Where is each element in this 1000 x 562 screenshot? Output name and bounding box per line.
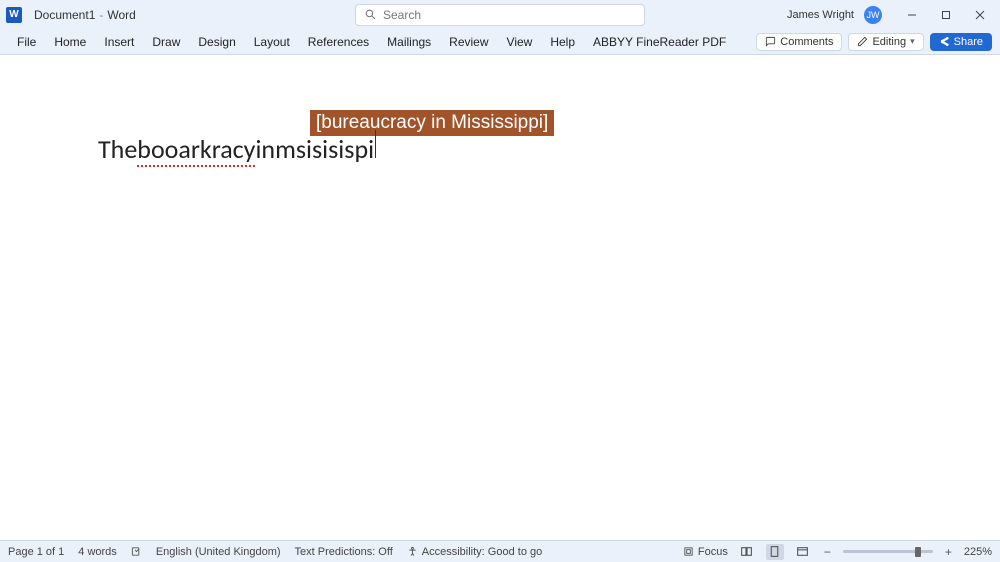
misspelled-word[interactable]: booarkracy: [137, 133, 255, 167]
print-layout-button[interactable]: [766, 544, 784, 560]
menu-insert[interactable]: Insert: [95, 31, 143, 53]
maximize-button[interactable]: [932, 4, 960, 26]
spellcheck-icon: [131, 546, 142, 557]
status-accessibility[interactable]: Accessibility: Good to go: [407, 546, 542, 558]
zoom-slider[interactable]: [843, 550, 933, 553]
web-layout-button[interactable]: [794, 544, 812, 560]
menu-mailings[interactable]: Mailings: [378, 31, 440, 53]
menu-design[interactable]: Design: [189, 31, 244, 53]
status-predictions[interactable]: Text Predictions: Off: [295, 546, 393, 558]
chevron-down-icon: ▾: [910, 36, 915, 47]
search-box[interactable]: Search: [355, 4, 645, 26]
close-button[interactable]: [966, 4, 994, 26]
document-title: Document1-Word: [34, 8, 136, 22]
menu-layout[interactable]: Layout: [245, 31, 299, 53]
menu-references[interactable]: References: [299, 31, 378, 53]
zoom-level[interactable]: 225%: [964, 546, 992, 558]
menu-home[interactable]: Home: [45, 31, 95, 53]
user-avatar[interactable]: JW: [864, 6, 882, 24]
web-icon: [796, 545, 809, 558]
search-placeholder: Search: [383, 8, 421, 22]
status-bar: Page 1 of 1 4 words English (United King…: [0, 540, 1000, 562]
status-spellcheck[interactable]: [131, 546, 142, 557]
comments-button[interactable]: Comments: [756, 33, 842, 51]
read-mode-button[interactable]: [738, 544, 756, 560]
search-icon: [364, 8, 377, 21]
misspelled-word[interactable]: msisisispi: [275, 133, 374, 165]
status-language[interactable]: English (United Kingdom): [156, 546, 281, 558]
title-bar: W Document1-Word Search James Wright JW: [0, 0, 1000, 29]
text-cursor: [375, 130, 376, 158]
text-span: in: [255, 133, 275, 165]
word-app-icon: W: [6, 7, 22, 23]
user-name[interactable]: James Wright: [787, 9, 854, 21]
menu-help[interactable]: Help: [541, 31, 584, 53]
share-icon: [939, 36, 950, 47]
menu-bar: File Home Insert Draw Design Layout Refe…: [0, 29, 1000, 55]
document-text-line[interactable]: The booarkracy in msisisispi: [98, 130, 376, 167]
focus-icon: [683, 546, 694, 557]
comment-icon: [765, 36, 776, 47]
status-page[interactable]: Page 1 of 1: [8, 546, 64, 558]
menu-draw[interactable]: Draw: [143, 31, 189, 53]
menu-abbyy[interactable]: ABBYY FineReader PDF: [584, 31, 735, 53]
zoom-slider-thumb[interactable]: [915, 547, 921, 557]
text-span: The: [98, 133, 137, 165]
minimize-button[interactable]: [898, 4, 926, 26]
menu-view[interactable]: View: [498, 31, 542, 53]
status-word-count[interactable]: 4 words: [78, 546, 117, 558]
share-button[interactable]: Share: [930, 33, 992, 51]
menu-review[interactable]: Review: [440, 31, 497, 53]
read-icon: [740, 545, 753, 558]
pencil-icon: [857, 36, 868, 47]
page-icon: [768, 545, 781, 558]
accessibility-icon: [407, 546, 418, 557]
focus-mode-button[interactable]: Focus: [683, 546, 728, 558]
editing-mode-button[interactable]: Editing ▾: [848, 33, 923, 51]
menu-file[interactable]: File: [8, 31, 45, 53]
document-canvas[interactable]: [bureaucracy in Mississippi] The booarkr…: [0, 55, 1000, 535]
menu-list: File Home Insert Draw Design Layout Refe…: [8, 31, 735, 53]
zoom-out-button[interactable]: −: [822, 545, 833, 559]
zoom-in-button[interactable]: +: [943, 545, 954, 559]
